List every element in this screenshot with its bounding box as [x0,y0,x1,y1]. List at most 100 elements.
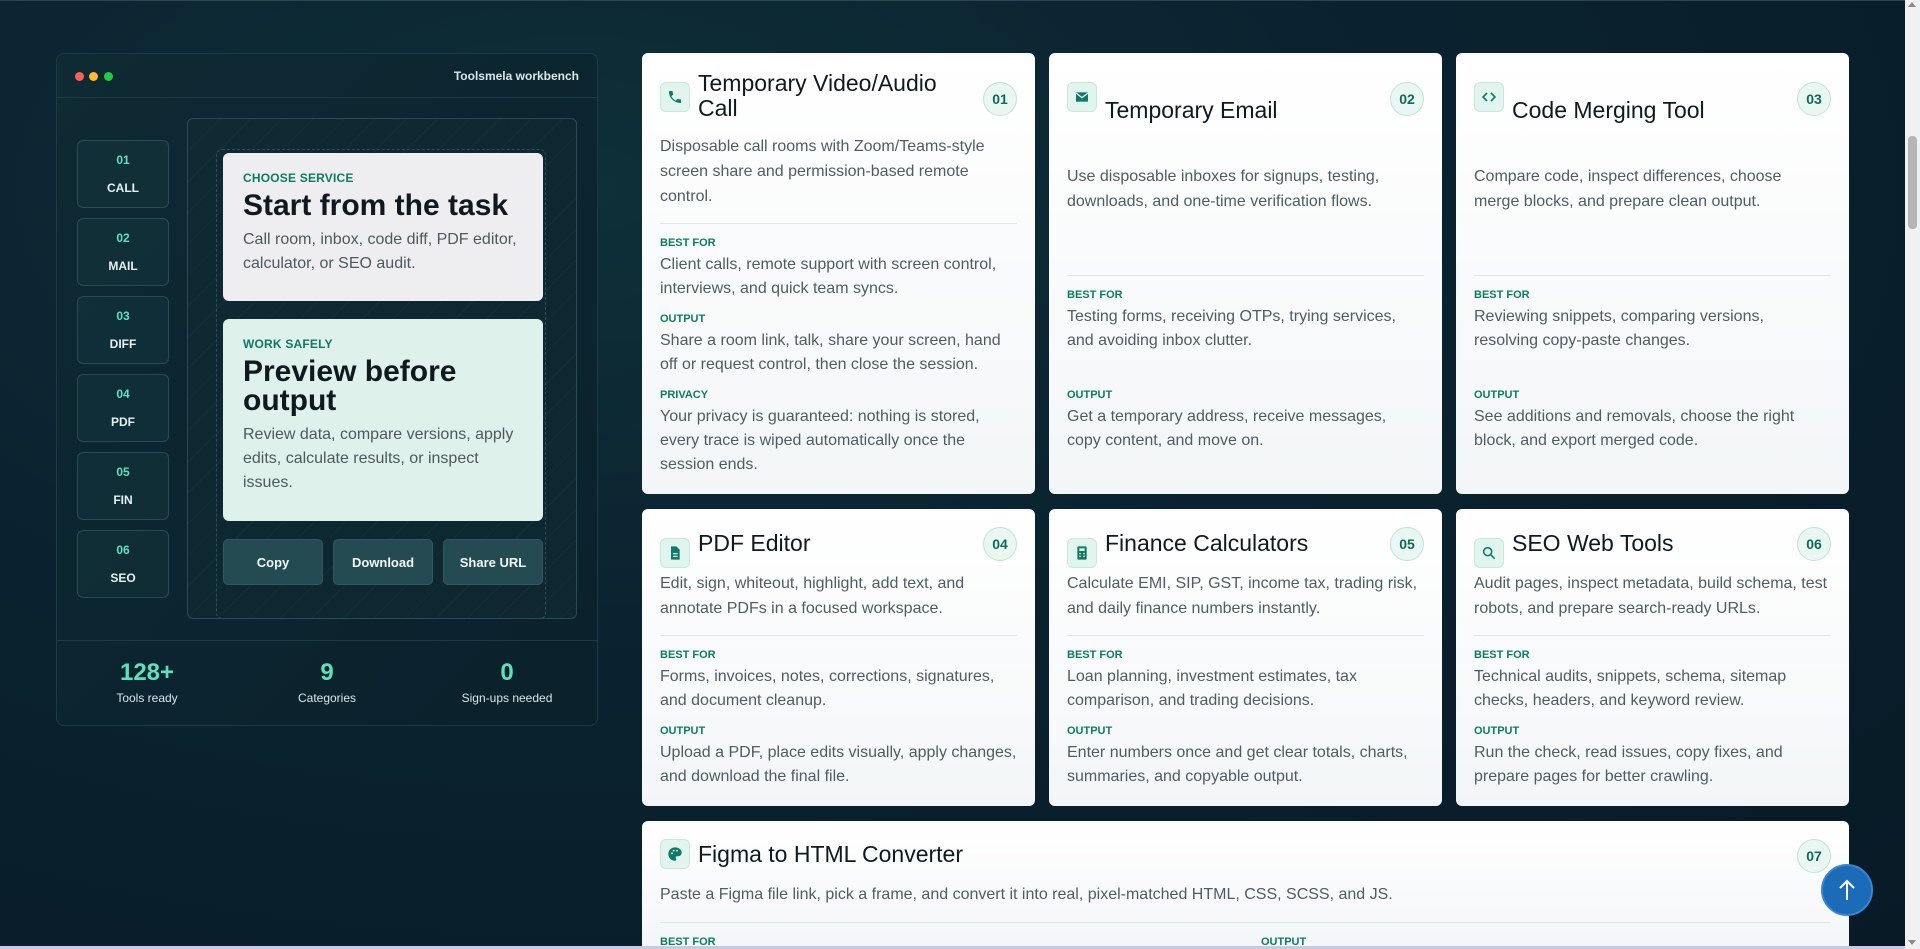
best-for-text: Reviewing snippets, comparing versions, … [1474,308,1764,349]
stat-signups-needed: 0 Sign-ups needed [417,641,597,725]
privacy-label: PRIVACY [660,389,709,401]
choose-service-heading: Start from the task [243,189,509,222]
divider [1474,275,1831,276]
tool-description: Paste a Figma file link, pick a frame, a… [660,886,1393,903]
share-url-button[interactable]: Share URL [443,539,543,585]
tool-title: Temporary Video/Audio Call [698,70,937,121]
window-maximize-dot [104,72,113,81]
output-text: Run the check, read issues, copy fixes, … [1474,744,1783,785]
output-text: Share a room link, talk, share your scre… [660,332,1001,373]
calculator-icon [1067,538,1097,568]
tool-card-seo-web-tools[interactable]: SEO Web Tools 06 Audit pages, inspect me… [1456,509,1849,806]
stat-categories: 9 Categories [237,641,417,725]
choose-service-card: CHOOSE SERVICE Start from the task Call … [223,153,543,301]
divider [660,223,1017,224]
copy-button[interactable]: Copy [223,539,323,585]
stat-number: 128+ [119,659,175,686]
window-close-dot [75,72,84,81]
tool-title: Temporary Email [1105,97,1278,123]
output-label: OUTPUT [1067,389,1113,401]
best-for-label: BEST FOR [1474,289,1530,301]
divider [1474,635,1831,636]
tool-number-badge: 07 [1797,839,1831,873]
best-for-text: Testing forms, receiving OTPs, trying se… [1067,308,1396,349]
best-for-label: BEST FOR [660,649,716,661]
document-icon [660,538,690,568]
tool-card-figma-to-html[interactable]: Figma to HTML Converter 07 Paste a Figma… [642,821,1849,949]
nav-item-fin[interactable]: 05 FIN [77,452,169,520]
tool-title: Figma to HTML Converter [698,841,963,867]
workbench-nav: 01 CALL 02 MAIL 03 DIFF 04 PDF 05 FIN 06… [77,140,169,608]
output-text: See additions and removals, choose the r… [1474,408,1795,449]
nav-item-number: 04 [116,387,130,401]
nav-item-number: 06 [116,543,130,557]
best-for-label: BEST FOR [660,237,716,249]
work-safely-eyebrow: WORK SAFELY [243,337,333,351]
scrollbar-thumb[interactable] [1908,136,1917,229]
tool-title: SEO Web Tools [1512,530,1674,556]
tool-number-badge: 06 [1797,527,1831,561]
output-text: Upload a PDF, place edits visually, appl… [660,744,1017,785]
code-icon [1474,82,1504,112]
nav-item-diff[interactable]: 03 DIFF [77,296,169,364]
nav-item-call[interactable]: 01 CALL [77,140,169,208]
nav-item-pdf[interactable]: 04 PDF [77,374,169,442]
nav-item-number: 05 [116,465,130,479]
best-for-label: BEST FOR [1474,649,1530,661]
nav-item-label: CALL [107,181,139,195]
tool-card-code-merging[interactable]: Code Merging Tool 03 Compare code, inspe… [1456,53,1849,494]
nav-item-number: 01 [116,153,130,167]
nav-item-mail[interactable]: 02 MAIL [77,218,169,286]
output-label: OUTPUT [1474,725,1520,737]
tool-card-temporary-email[interactable]: Temporary Email 02 Use disposable inboxe… [1049,53,1442,494]
best-for-text: Technical audits, snippets, schema, site… [1474,668,1787,709]
stat-number: 0 [500,659,514,686]
workbench-panel: Toolsmela workbench 01 CALL 02 MAIL 03 D… [56,53,598,726]
nav-item-label: FIN [113,493,133,507]
work-safely-heading: Preview before output [243,355,457,417]
divider [1067,275,1424,276]
workbench-title: Toolsmela workbench [453,69,579,83]
tool-description: Audit pages, inspect metadata, build sch… [1474,575,1828,617]
tool-description: Use disposable inboxes for signups, test… [1067,168,1380,210]
nav-item-number: 02 [116,231,130,245]
download-button[interactable]: Download [333,539,433,585]
search-icon [1474,538,1504,568]
stat-tools-ready: 128+ Tools ready [57,641,237,725]
stat-label: Sign-ups needed [461,691,553,705]
palette-icon [660,839,690,869]
nav-item-label: SEO [110,571,136,585]
window-minimize-dot [89,72,98,81]
tool-card-finance-calculators[interactable]: Finance Calculators 05 Calculate EMI, SI… [1049,509,1442,806]
tool-number-badge: 02 [1390,82,1424,116]
output-label: OUTPUT [660,725,706,737]
choose-service-eyebrow: CHOOSE SERVICE [243,171,354,185]
best-for-label: BEST FOR [1067,289,1123,301]
mail-icon [1067,82,1097,112]
scroll-down-arrow-icon[interactable] [1908,940,1916,945]
privacy-text: Your privacy is guaranteed: nothing is s… [660,408,980,473]
tool-description: Calculate EMI, SIP, GST, income tax, tra… [1067,575,1418,617]
arrow-up-icon [1839,879,1855,900]
tool-description: Compare code, inspect differences, choos… [1474,168,1782,210]
page-scrollbar[interactable] [1905,0,1920,949]
workbench-stats: 128+ Tools ready 9 Categories 0 Sign-ups… [57,640,597,725]
back-to-top-button[interactable] [1821,864,1873,916]
workbench-actions: Copy Download Share URL [223,539,543,585]
tool-description: Disposable call rooms with Zoom/Teams-st… [660,138,985,205]
phone-icon [660,82,690,112]
tool-card-video-call[interactable]: Temporary Video/Audio Call 01 Disposable… [642,53,1035,494]
tool-number-badge: 03 [1797,82,1831,116]
tool-card-pdf-editor[interactable]: PDF Editor 04 Edit, sign, whiteout, high… [642,509,1035,806]
workbench-header: Toolsmela workbench [57,54,597,98]
nav-item-number: 03 [116,309,130,323]
divider [660,635,1017,636]
choose-service-text: Call room, inbox, code diff, PDF editor,… [243,231,517,272]
nav-item-label: MAIL [108,259,138,273]
tool-title: PDF Editor [698,530,811,556]
nav-item-seo[interactable]: 06 SEO [77,530,169,598]
best-for-text: Client calls, remote support with screen… [660,256,997,297]
work-safely-text: Review data, compare versions, apply edi… [243,426,514,491]
scroll-up-arrow-icon[interactable] [1908,2,1916,7]
stat-number: 9 [320,659,334,686]
